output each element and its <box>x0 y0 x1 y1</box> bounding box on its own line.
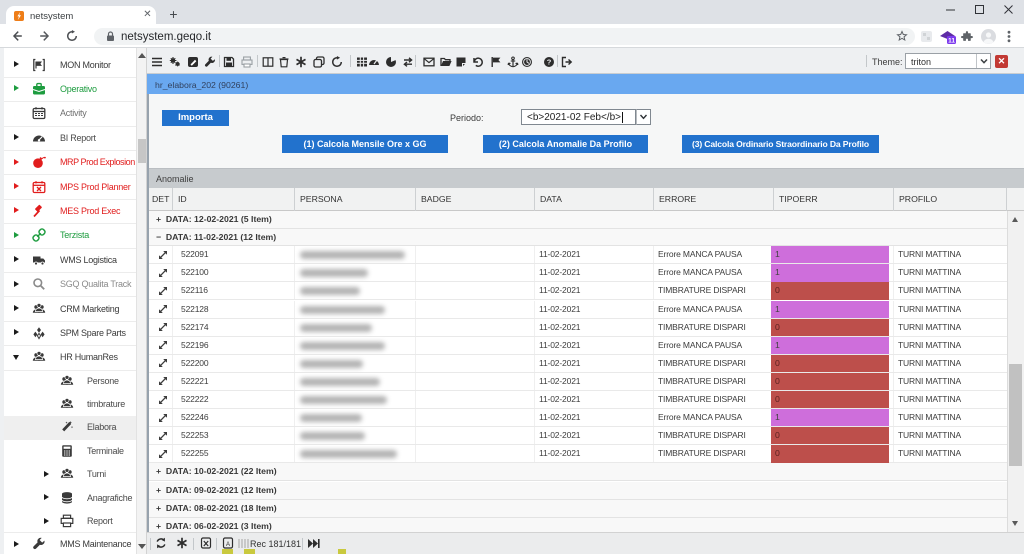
svg-text:11: 11 <box>948 38 955 45</box>
svg-text:?: ? <box>547 58 552 67</box>
svg-text:A: A <box>226 542 230 548</box>
